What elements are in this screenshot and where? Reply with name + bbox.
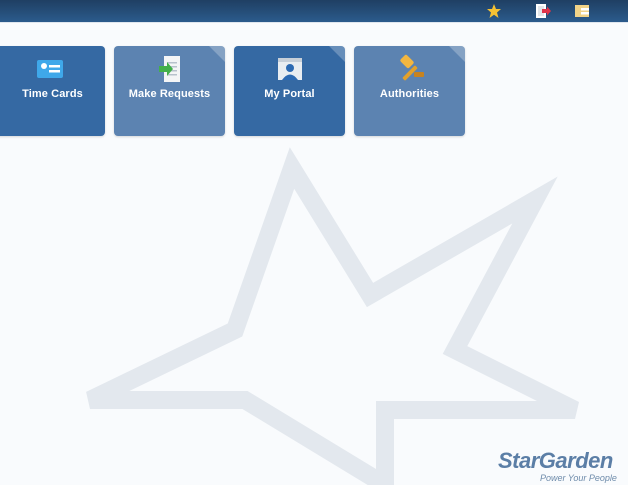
tile-fold-corner: [209, 46, 225, 62]
my-portal-tile[interactable]: My Portal: [234, 46, 345, 136]
stargarden-logo: StarGarden Power Your People: [494, 446, 628, 485]
make-requests-label: Make Requests: [128, 88, 211, 100]
document-arrow-icon: [158, 56, 180, 82]
time-cards-tile[interactable]: Time Cards: [0, 46, 105, 136]
authorities-tile[interactable]: Authorities: [354, 46, 465, 136]
gavel-icon: [399, 54, 424, 81]
tile-fold-corner: [329, 46, 345, 62]
make-requests-tile[interactable]: Make Requests: [114, 46, 225, 136]
tile-fold-corner: [449, 46, 465, 62]
portal-person-icon: [277, 58, 302, 80]
time-cards-label: Time Cards: [22, 88, 83, 100]
brand-tagline: Power Your People: [540, 473, 617, 483]
tile-grid: Time Cards Make Requests My Portal Autho…: [0, 0, 628, 140]
authorities-label: Authorities: [379, 88, 440, 100]
id-card-icon: [36, 60, 63, 78]
brand-name: StarGarden: [498, 448, 613, 473]
my-portal-label: My Portal: [264, 88, 315, 100]
